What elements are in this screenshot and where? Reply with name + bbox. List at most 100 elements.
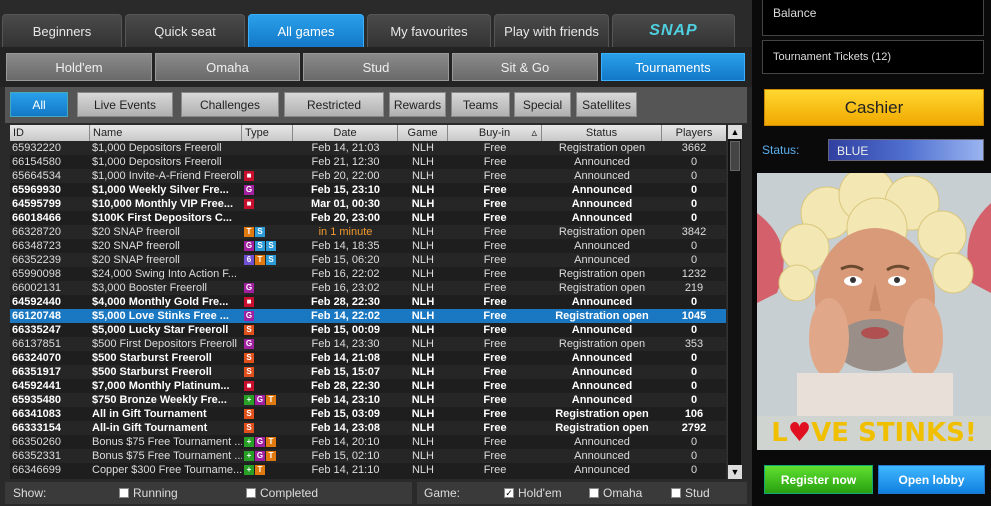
tab-sit-and-go[interactable]: Sit & Go [452, 53, 598, 81]
g-badge-icon: G [244, 339, 254, 349]
cell-buyin: Free [483, 156, 507, 168]
cell-type: 6TS [242, 253, 293, 267]
cell-status: Announced [571, 212, 633, 224]
table-row[interactable]: 66002131 $3,000 Booster Freeroll G Feb 16, … [10, 281, 726, 295]
completed-checkbox[interactable] [246, 488, 256, 498]
table-scrollbar[interactable]: ▲ ▼ [727, 125, 742, 479]
cell-id: 66335247 [12, 324, 61, 336]
cashier-button[interactable]: Cashier [764, 89, 984, 126]
lock-icon: ■ [244, 171, 254, 181]
col-date[interactable]: Date [293, 125, 398, 141]
col-id[interactable]: ID [10, 125, 90, 141]
table-row[interactable]: 65935480 $750 Bronze Weekly Fre... + G T Feb … [10, 393, 726, 407]
table-row[interactable]: 65969930 $1,000 Weekly Silver Fre... G Feb … [10, 183, 726, 197]
cell-type: + T [242, 463, 293, 477]
register-button[interactable]: Register now [764, 465, 873, 494]
col-players[interactable]: Players [662, 125, 726, 141]
tab-holdem[interactable]: Hold'em [6, 53, 152, 81]
table-row[interactable]: 65664534 $1,000 Invite-A-Friend Freeroll ■… [10, 169, 726, 183]
scroll-thumb[interactable] [730, 141, 740, 171]
filter-special[interactable]: Special [514, 92, 571, 117]
tab-quick-seat[interactable]: Quick seat [125, 14, 245, 47]
cell-type: ■ [242, 197, 293, 211]
filter-restricted[interactable]: Restricted [284, 92, 384, 117]
lock-icon: ■ [244, 199, 254, 209]
cell-players: 0 [690, 464, 698, 476]
filter-challenges[interactable]: Challenges [181, 92, 279, 117]
table-row[interactable]: 64595799 $10,000 Monthly VIP Free... ■ Mar … [10, 197, 726, 211]
filter-rewards[interactable]: Rewards [389, 92, 446, 117]
table-row[interactable]: 66351917 $500 Starburst Freeroll S Feb 15, … [10, 365, 726, 379]
cell-buyin: Free [483, 212, 507, 224]
cell-game: NLH [411, 282, 434, 294]
table-row[interactable]: 64592441 $7,000 Monthly Platinum... ■ Feb 2… [10, 379, 726, 393]
col-type[interactable]: Type [242, 125, 293, 141]
cell-name: $1,000 Weekly Silver Fre... [92, 184, 229, 196]
tickets-box[interactable]: Tournament Tickets (12) [762, 40, 984, 74]
open-lobby-button[interactable]: Open lobby [878, 465, 985, 494]
table-row[interactable]: 65932220 $1,000 Depositors Freeroll Feb 14… [10, 141, 726, 155]
table-row[interactable]: 66346699 Copper $300 Free Tourname... + T Fe… [10, 463, 726, 477]
tab-all-games[interactable]: All games [248, 14, 364, 47]
promo-title: L ♥ VE STINKS! [757, 416, 991, 450]
cell-type: S [242, 407, 293, 421]
table-row[interactable]: 66348723 $20 SNAP freeroll G S S Feb 14, 18:3… [10, 239, 726, 253]
table-row[interactable]: 66350260 Bonus $75 Free Tournament ... + G T… [10, 435, 726, 449]
tab-omaha[interactable]: Omaha [155, 53, 300, 81]
omaha-checkbox[interactable] [589, 488, 599, 498]
t-badge-icon: T [266, 451, 276, 461]
table-row[interactable]: 66324070 $500 Starburst Freeroll S Feb 14, … [10, 351, 726, 365]
tab-snap[interactable]: SNAP [612, 14, 735, 47]
cell-players: 353 [684, 338, 704, 350]
sort-asc-icon: ▵ [531, 127, 537, 139]
cell-players: 0 [690, 184, 698, 196]
running-label: Running [133, 486, 178, 500]
tab-stud[interactable]: Stud [303, 53, 449, 81]
scroll-up-arrow-icon[interactable]: ▲ [728, 125, 742, 139]
tab-tournaments[interactable]: Tournaments [601, 53, 745, 81]
tab-beginners[interactable]: Beginners [2, 14, 122, 47]
filter-satellites[interactable]: Satellites [576, 92, 637, 117]
promo-banner[interactable]: L ♥ VE STINKS! [757, 173, 991, 450]
stud-option[interactable]: Stud [671, 486, 710, 500]
col-game[interactable]: Game [398, 125, 448, 141]
table-row[interactable]: 66333154 All-in Gift Tournament S Feb 14, 2… [10, 421, 726, 435]
col-name[interactable]: Name [90, 125, 242, 141]
table-row[interactable]: 66154580 $1,000 Depositors Freeroll Feb 21… [10, 155, 726, 169]
table-row[interactable]: 66335247 $5,000 Lucky Star Freeroll S Feb 1… [10, 323, 726, 337]
table-row[interactable]: 65990098 $24,000 Swing Into Action F... Fe… [10, 267, 726, 281]
snap-logo: SNAP [649, 22, 698, 39]
cell-type [242, 267, 293, 281]
running-checkbox[interactable] [119, 488, 129, 498]
cell-players: 0 [690, 240, 698, 252]
balance-box[interactable]: Balance [762, 0, 984, 36]
filter-teams[interactable]: Teams [451, 92, 510, 117]
scroll-down-arrow-icon[interactable]: ▼ [728, 465, 742, 479]
table-row[interactable]: 66328720 $20 SNAP freeroll T Sin 1 minute NL… [10, 225, 726, 239]
table-row[interactable]: 64592440 $4,000 Monthly Gold Fre... ■ Feb 2… [10, 295, 726, 309]
col-buyin[interactable]: Buy-in ▵ [448, 125, 542, 141]
completed-option[interactable]: Completed [246, 486, 318, 500]
table-row[interactable]: 66352239 $20 SNAP freeroll 6 T S Feb 15, 06:2… [10, 253, 726, 267]
cell-id: 66352239 [12, 254, 61, 266]
filter-all[interactable]: All [10, 92, 68, 117]
holdem-option[interactable]: ✓ Hold'em [504, 486, 589, 500]
table-row[interactable]: 66018466 $100K First Depositors C... Feb 2… [10, 211, 726, 225]
table-row[interactable]: 66137851 $500 First Depositors Freeroll G F… [10, 337, 726, 351]
running-option[interactable]: Running [119, 486, 246, 500]
filter-live-events[interactable]: Live Events [77, 92, 173, 117]
balance-label: Balance [773, 6, 817, 20]
tab-my-favourites[interactable]: My favourites [367, 14, 491, 47]
col-status[interactable]: Status [542, 125, 662, 141]
table-row[interactable]: 66341083 All in Gift Tournament S Feb 15, 0… [10, 407, 726, 421]
table-row[interactable]: 66352331 Bonus $75 Free Tournament ... + G T… [10, 449, 726, 463]
cell-date: Feb 15, 15:07 [310, 366, 381, 378]
table-row[interactable]: 66120748 $5,000 Love Stinks Free ... G Feb … [10, 309, 726, 323]
cell-name: $10,000 Monthly VIP Free... [92, 198, 234, 210]
stud-checkbox[interactable] [671, 488, 681, 498]
omaha-option[interactable]: Omaha [589, 486, 671, 500]
cell-game: NLH [411, 464, 434, 476]
holdem-checkbox[interactable]: ✓ [504, 488, 514, 498]
cell-name: $20 SNAP freeroll [92, 254, 180, 266]
tab-play-with-friends[interactable]: Play with friends [494, 14, 609, 47]
